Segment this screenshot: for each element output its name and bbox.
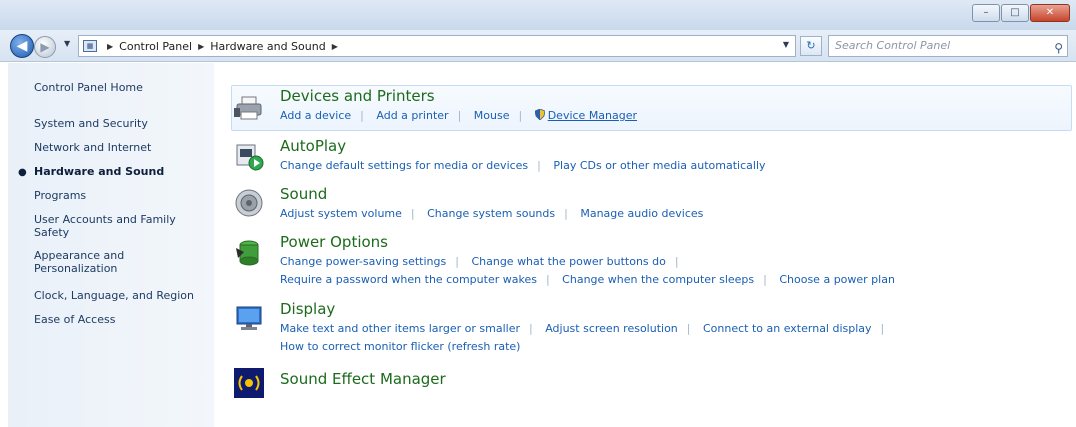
nav-network-and-internet[interactable]: Network and Internet: [34, 141, 209, 154]
monitor-icon[interactable]: [234, 303, 264, 333]
links-display-1: Make text and other items larger or smal…: [280, 322, 885, 335]
category-title-sound-effect-manager[interactable]: Sound Effect Manager: [280, 370, 446, 388]
chevron-right-icon[interactable]: ▶: [332, 42, 338, 51]
link-device-manager[interactable]: Device Manager: [548, 109, 637, 122]
link-add-a-device[interactable]: Add a device: [280, 109, 351, 122]
link-correct-monitor-flicker[interactable]: How to correct monitor flicker (refresh …: [280, 340, 520, 353]
link-mouse[interactable]: Mouse: [474, 109, 510, 122]
chevron-right-icon[interactable]: ▶: [198, 42, 204, 51]
recent-pages-dropdown[interactable]: ▼: [64, 39, 70, 48]
category-title-power-options[interactable]: Power Options: [280, 233, 388, 251]
link-connect-external-display[interactable]: Connect to an external display: [703, 322, 872, 335]
close-button[interactable]: ✕: [1030, 4, 1070, 22]
current-item-bullet: ●: [18, 167, 27, 178]
sound-effect-icon[interactable]: [234, 368, 264, 398]
maximize-button[interactable]: □: [1001, 4, 1029, 22]
link-require-password-on-wake[interactable]: Require a password when the computer wak…: [280, 273, 537, 286]
nav-appearance[interactable]: Appearance and Personalization: [34, 249, 154, 275]
links-sound: Adjust system volume | Change system soun…: [280, 207, 704, 220]
link-change-default-media-settings[interactable]: Change default settings for media or dev…: [280, 159, 528, 172]
address-toolbar: ◀ ▶ ▼ ▦ ▶ Control Panel ▶ Hardware and S…: [0, 30, 1076, 62]
title-bar: – □ ✕: [0, 0, 1076, 30]
link-change-power-buttons[interactable]: Change what the power buttons do: [471, 255, 665, 268]
breadcrumb-hardware-and-sound[interactable]: Hardware and Sound: [210, 40, 325, 53]
search-placeholder: Search Control Panel: [835, 39, 951, 52]
nav-clock-language-region[interactable]: Clock, Language, and Region: [34, 289, 209, 302]
chevron-right-icon[interactable]: ▶: [107, 42, 113, 51]
nav-ease-of-access[interactable]: Ease of Access: [34, 313, 209, 326]
nav-hardware-and-sound[interactable]: Hardware and Sound: [34, 165, 209, 178]
category-title-sound[interactable]: Sound: [280, 185, 327, 203]
links-power-options-1: Change power-saving settings | Change wha…: [280, 255, 679, 268]
chevron-down-icon[interactable]: ▼: [783, 40, 789, 49]
window-controls: – □ ✕: [971, 4, 1070, 22]
link-adjust-system-volume[interactable]: Adjust system volume: [280, 207, 402, 220]
link-adjust-screen-resolution[interactable]: Adjust screen resolution: [545, 322, 678, 335]
printer-icon[interactable]: [234, 93, 264, 123]
links-autoplay: Change default settings for media or dev…: [280, 159, 766, 172]
link-play-cds-automatically[interactable]: Play CDs or other media automatically: [553, 159, 765, 172]
minimize-button[interactable]: –: [972, 4, 1000, 22]
back-button[interactable]: ◀: [10, 34, 34, 58]
category-title-autoplay[interactable]: AutoPlay: [280, 137, 346, 155]
nav-system-and-security[interactable]: System and Security: [34, 117, 209, 130]
links-display-2: How to correct monitor flicker (refresh …: [280, 340, 520, 353]
nav-control-panel-home[interactable]: Control Panel Home: [34, 81, 209, 94]
category-title-display[interactable]: Display: [280, 300, 335, 318]
link-change-power-saving-settings[interactable]: Change power-saving settings: [280, 255, 446, 268]
control-panel-icon: ▦: [83, 40, 97, 52]
link-make-text-larger[interactable]: Make text and other items larger or smal…: [280, 322, 520, 335]
breadcrumb[interactable]: ▦ ▶ Control Panel ▶ Hardware and Sound ▶…: [78, 35, 796, 57]
link-change-system-sounds[interactable]: Change system sounds: [427, 207, 555, 220]
speaker-icon[interactable]: [234, 188, 264, 218]
links-devices-and-printers: Add a device | Add a printer | Mouse | Devi…: [280, 109, 638, 122]
link-manage-audio-devices[interactable]: Manage audio devices: [580, 207, 703, 220]
link-change-when-computer-sleeps[interactable]: Change when the computer sleeps: [562, 273, 754, 286]
autoplay-icon[interactable]: [234, 141, 264, 171]
nav-user-accounts[interactable]: User Accounts and Family Safety: [34, 213, 194, 239]
search-icon[interactable]: ⚲: [1054, 38, 1063, 58]
nav-programs[interactable]: Programs: [34, 189, 209, 202]
uac-shield-icon: [534, 109, 545, 120]
refresh-button[interactable]: ↻: [800, 36, 822, 56]
battery-icon[interactable]: [234, 236, 264, 266]
links-power-options-2: Require a password when the computer wak…: [280, 273, 895, 286]
category-title-devices-and-printers[interactable]: Devices and Printers: [280, 87, 435, 105]
link-choose-power-plan[interactable]: Choose a power plan: [779, 273, 895, 286]
breadcrumb-control-panel[interactable]: Control Panel: [119, 40, 192, 53]
main-content: Devices and Printers Add a device | Add a…: [215, 63, 1076, 427]
search-input[interactable]: Search Control Panel ⚲: [828, 35, 1068, 57]
link-add-a-printer[interactable]: Add a printer: [376, 109, 448, 122]
forward-button[interactable]: ▶: [34, 36, 56, 58]
navigation-pane: Control Panel Home System and Security N…: [8, 63, 214, 427]
